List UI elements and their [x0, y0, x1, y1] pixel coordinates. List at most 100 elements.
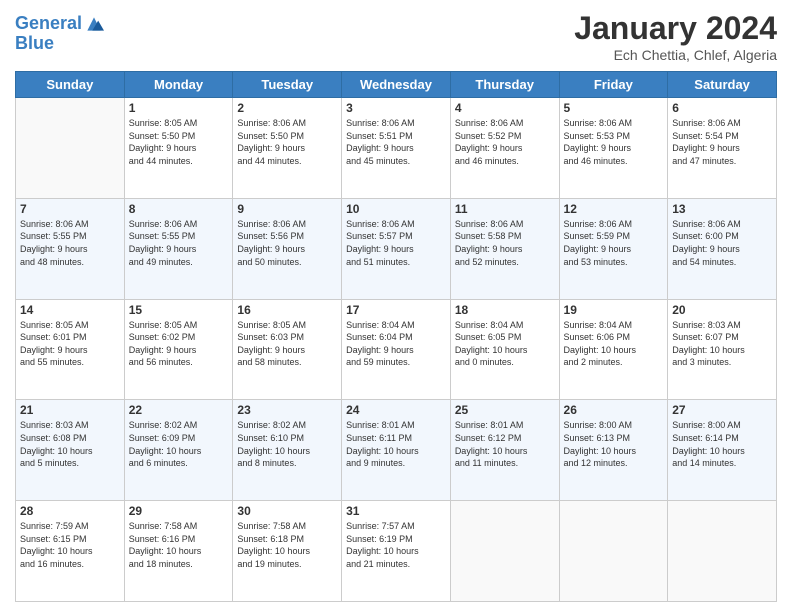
- day-info: Sunrise: 8:06 AM Sunset: 5:51 PM Dayligh…: [346, 117, 446, 167]
- day-number: 18: [455, 303, 555, 317]
- day-number: 7: [20, 202, 120, 216]
- day-info: Sunrise: 8:06 AM Sunset: 5:55 PM Dayligh…: [20, 218, 120, 268]
- table-row: 20 Sunrise: 8:03 AM Sunset: 6:07 PM Dayli…: [668, 299, 777, 400]
- main-title: January 2024: [574, 10, 777, 47]
- table-row: 30 Sunrise: 7:58 AM Sunset: 6:18 PM Dayli…: [233, 501, 342, 602]
- col-friday: Friday: [559, 72, 668, 98]
- day-number: 3: [346, 101, 446, 115]
- day-number: 21: [20, 403, 120, 417]
- table-row: 25 Sunrise: 8:01 AM Sunset: 6:12 PM Dayli…: [450, 400, 559, 501]
- day-number: 26: [564, 403, 664, 417]
- day-info: Sunrise: 8:06 AM Sunset: 5:52 PM Dayligh…: [455, 117, 555, 167]
- day-info: Sunrise: 8:01 AM Sunset: 6:12 PM Dayligh…: [455, 419, 555, 469]
- col-monday: Monday: [124, 72, 233, 98]
- table-row: 17 Sunrise: 8:04 AM Sunset: 6:04 PM Dayli…: [342, 299, 451, 400]
- table-row: 9Sunrise: 8:06 AM Sunset: 5:56 PM Daylig…: [233, 198, 342, 299]
- logo-blue: Blue: [15, 34, 104, 54]
- day-info: Sunrise: 7:58 AM Sunset: 6:18 PM Dayligh…: [237, 520, 337, 570]
- table-row: 3 Sunrise: 8:06 AM Sunset: 5:51 PM Daylig…: [342, 98, 451, 199]
- day-number: 31: [346, 504, 446, 518]
- calendar-week-row: 14 Sunrise: 8:05 AM Sunset: 6:01 PM Dayli…: [16, 299, 777, 400]
- page: General Blue January 2024 Ech Chettia, C…: [0, 0, 792, 612]
- table-row: 5 Sunrise: 8:06 AM Sunset: 5:53 PM Daylig…: [559, 98, 668, 199]
- day-info: Sunrise: 8:03 AM Sunset: 6:08 PM Dayligh…: [20, 419, 120, 469]
- table-row: 26 Sunrise: 8:00 AM Sunset: 6:13 PM Dayli…: [559, 400, 668, 501]
- table-row: 16Sunrise: 8:05 AM Sunset: 6:03 PM Dayli…: [233, 299, 342, 400]
- day-info: Sunrise: 8:04 AM Sunset: 6:04 PM Dayligh…: [346, 319, 446, 369]
- sub-title: Ech Chettia, Chlef, Algeria: [574, 47, 777, 63]
- day-number: 12: [564, 202, 664, 216]
- table-row: [16, 98, 125, 199]
- day-number: 16: [237, 303, 337, 317]
- table-row: 19Sunrise: 8:04 AM Sunset: 6:06 PM Dayli…: [559, 299, 668, 400]
- table-row: 1Sunrise: 8:05 AM Sunset: 5:50 PM Daylig…: [124, 98, 233, 199]
- table-row: [668, 501, 777, 602]
- col-sunday: Sunday: [16, 72, 125, 98]
- day-number: 24: [346, 403, 446, 417]
- table-row: 24 Sunrise: 8:01 AM Sunset: 6:11 PM Dayli…: [342, 400, 451, 501]
- day-number: 1: [129, 101, 229, 115]
- table-row: 15Sunrise: 8:05 AM Sunset: 6:02 PM Dayli…: [124, 299, 233, 400]
- table-row: 27Sunrise: 8:00 AM Sunset: 6:14 PM Dayli…: [668, 400, 777, 501]
- table-row: 18Sunrise: 8:04 AM Sunset: 6:05 PM Dayli…: [450, 299, 559, 400]
- calendar-week-row: 21 Sunrise: 8:03 AM Sunset: 6:08 PM Dayli…: [16, 400, 777, 501]
- table-row: 22 Sunrise: 8:02 AM Sunset: 6:09 PM Dayli…: [124, 400, 233, 501]
- header: General Blue January 2024 Ech Chettia, C…: [15, 10, 777, 63]
- day-number: 8: [129, 202, 229, 216]
- table-row: 21 Sunrise: 8:03 AM Sunset: 6:08 PM Dayli…: [16, 400, 125, 501]
- title-section: January 2024 Ech Chettia, Chlef, Algeria: [574, 10, 777, 63]
- day-number: 30: [237, 504, 337, 518]
- logo: General Blue: [15, 14, 104, 54]
- calendar-week-row: 28 Sunrise: 7:59 AM Sunset: 6:15 PM Dayli…: [16, 501, 777, 602]
- day-number: 22: [129, 403, 229, 417]
- day-number: 17: [346, 303, 446, 317]
- table-row: 6Sunrise: 8:06 AM Sunset: 5:54 PM Daylig…: [668, 98, 777, 199]
- day-number: 9: [237, 202, 337, 216]
- day-number: 25: [455, 403, 555, 417]
- day-number: 11: [455, 202, 555, 216]
- day-info: Sunrise: 8:05 AM Sunset: 6:02 PM Dayligh…: [129, 319, 229, 369]
- day-number: 14: [20, 303, 120, 317]
- calendar-week-row: 7 Sunrise: 8:06 AM Sunset: 5:55 PM Daylig…: [16, 198, 777, 299]
- table-row: 29Sunrise: 7:58 AM Sunset: 6:16 PM Dayli…: [124, 501, 233, 602]
- day-info: Sunrise: 7:57 AM Sunset: 6:19 PM Dayligh…: [346, 520, 446, 570]
- day-info: Sunrise: 8:01 AM Sunset: 6:11 PM Dayligh…: [346, 419, 446, 469]
- day-number: 28: [20, 504, 120, 518]
- calendar-header-row: Sunday Monday Tuesday Wednesday Thursday…: [16, 72, 777, 98]
- day-info: Sunrise: 8:04 AM Sunset: 6:06 PM Dayligh…: [564, 319, 664, 369]
- day-info: Sunrise: 8:06 AM Sunset: 6:00 PM Dayligh…: [672, 218, 772, 268]
- day-number: 10: [346, 202, 446, 216]
- day-number: 20: [672, 303, 772, 317]
- table-row: [450, 501, 559, 602]
- day-number: 6: [672, 101, 772, 115]
- day-number: 13: [672, 202, 772, 216]
- table-row: 8 Sunrise: 8:06 AM Sunset: 5:55 PM Daylig…: [124, 198, 233, 299]
- table-row: [559, 501, 668, 602]
- day-info: Sunrise: 8:00 AM Sunset: 6:14 PM Dayligh…: [672, 419, 772, 469]
- day-info: Sunrise: 8:05 AM Sunset: 6:01 PM Dayligh…: [20, 319, 120, 369]
- day-info: Sunrise: 8:06 AM Sunset: 5:53 PM Dayligh…: [564, 117, 664, 167]
- day-info: Sunrise: 7:59 AM Sunset: 6:15 PM Dayligh…: [20, 520, 120, 570]
- day-info: Sunrise: 8:06 AM Sunset: 5:59 PM Dayligh…: [564, 218, 664, 268]
- table-row: 13 Sunrise: 8:06 AM Sunset: 6:00 PM Dayli…: [668, 198, 777, 299]
- col-tuesday: Tuesday: [233, 72, 342, 98]
- day-number: 4: [455, 101, 555, 115]
- day-info: Sunrise: 8:06 AM Sunset: 5:58 PM Dayligh…: [455, 218, 555, 268]
- col-wednesday: Wednesday: [342, 72, 451, 98]
- day-info: Sunrise: 8:02 AM Sunset: 6:10 PM Dayligh…: [237, 419, 337, 469]
- logo-text: General: [15, 14, 82, 34]
- day-number: 5: [564, 101, 664, 115]
- col-thursday: Thursday: [450, 72, 559, 98]
- table-row: 23 Sunrise: 8:02 AM Sunset: 6:10 PM Dayli…: [233, 400, 342, 501]
- day-number: 23: [237, 403, 337, 417]
- day-info: Sunrise: 8:06 AM Sunset: 5:57 PM Dayligh…: [346, 218, 446, 268]
- table-row: 12 Sunrise: 8:06 AM Sunset: 5:59 PM Dayli…: [559, 198, 668, 299]
- table-row: 14 Sunrise: 8:05 AM Sunset: 6:01 PM Dayli…: [16, 299, 125, 400]
- day-info: Sunrise: 8:06 AM Sunset: 5:55 PM Dayligh…: [129, 218, 229, 268]
- day-info: Sunrise: 8:00 AM Sunset: 6:13 PM Dayligh…: [564, 419, 664, 469]
- day-info: Sunrise: 8:06 AM Sunset: 5:50 PM Dayligh…: [237, 117, 337, 167]
- day-info: Sunrise: 8:03 AM Sunset: 6:07 PM Dayligh…: [672, 319, 772, 369]
- calendar: Sunday Monday Tuesday Wednesday Thursday…: [15, 71, 777, 602]
- calendar-week-row: 1Sunrise: 8:05 AM Sunset: 5:50 PM Daylig…: [16, 98, 777, 199]
- day-info: Sunrise: 8:02 AM Sunset: 6:09 PM Dayligh…: [129, 419, 229, 469]
